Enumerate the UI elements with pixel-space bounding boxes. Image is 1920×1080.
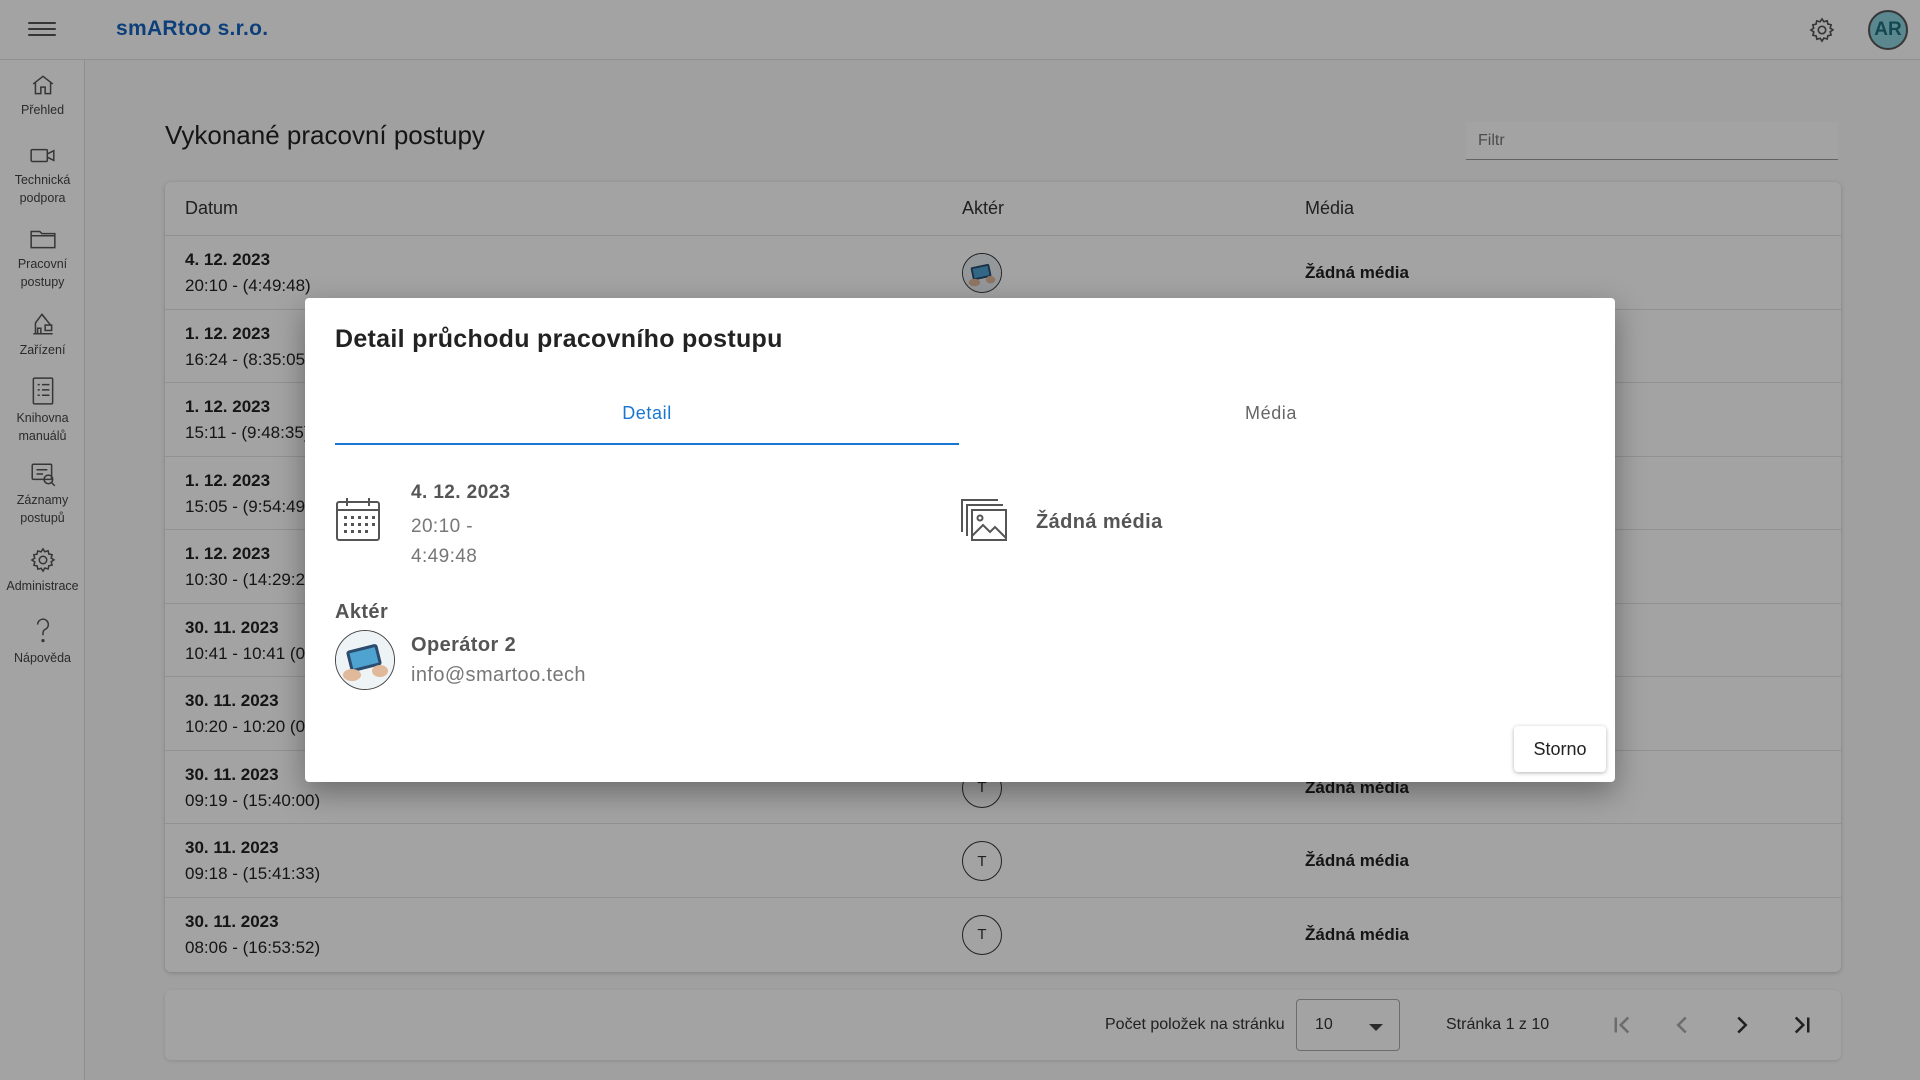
detail-time: 20:10 - 4:49:48 xyxy=(411,516,478,567)
active-tab-indicator xyxy=(335,443,959,445)
actor-email: info@smartoo.tech xyxy=(411,664,586,686)
cancel-button[interactable]: Storno xyxy=(1514,726,1606,772)
dialog-title: Detail průchodu pracovního postupu xyxy=(335,325,783,353)
no-media-label: Žádná média xyxy=(1036,511,1163,533)
tab-media[interactable]: Média xyxy=(959,403,1583,424)
images-icon xyxy=(961,499,1007,541)
actor-name: Operátor 2 xyxy=(411,634,517,656)
actor-label: Aktér xyxy=(335,601,389,623)
actor-avatar xyxy=(335,630,395,690)
calendar-icon xyxy=(336,498,380,541)
tab-detail[interactable]: Detail xyxy=(335,403,959,424)
detail-date: 4. 12. 2023 xyxy=(411,482,511,503)
workflow-detail-dialog: Detail průchodu pracovního postupu Detai… xyxy=(305,298,1615,782)
